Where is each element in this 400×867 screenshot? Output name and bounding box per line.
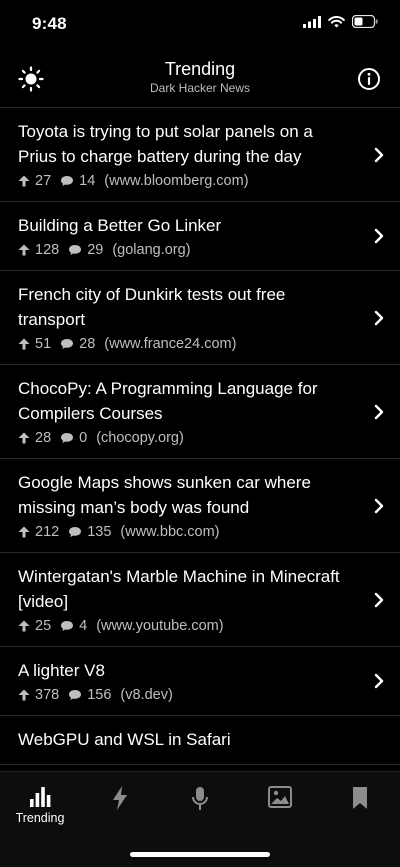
status-time: 9:48	[32, 14, 67, 33]
upvote-arrow-icon	[18, 432, 30, 444]
comment-icon	[69, 690, 82, 700]
upvote-arrow-icon	[18, 620, 30, 632]
story-meta: 378 156 (v8.dev)	[18, 687, 356, 703]
story-meta: 212 135 (www.bbc.com)	[18, 524, 356, 540]
comment-icon	[69, 527, 82, 537]
story-comment-count: 28	[79, 336, 96, 352]
status-bar: 9:48	[0, 0, 400, 48]
upvote-arrow-icon	[18, 244, 30, 256]
story-points: 28	[35, 430, 52, 446]
comment-icon	[61, 433, 74, 443]
story-comment-count: 135	[87, 524, 112, 540]
cellular-signal-icon	[303, 15, 321, 28]
story-title: Toyota is trying to put solar panels on …	[18, 122, 313, 166]
story-comment-count: 14	[79, 173, 96, 189]
story-domain: (golang.org)	[112, 242, 191, 258]
tab-trending[interactable]: Trending	[0, 786, 80, 838]
story-points: 212	[35, 524, 60, 540]
story-domain: (chocopy.org)	[96, 430, 184, 446]
story-row[interactable]: A lighter V8 378 156 (v8.dev)	[0, 647, 400, 716]
upvote-arrow-icon	[18, 689, 30, 701]
chevron-right-icon	[374, 228, 384, 244]
photo-icon	[268, 786, 292, 808]
story-meta: 25 4 (www.youtube.com)	[18, 618, 356, 634]
comment-icon	[61, 621, 74, 631]
chevron-right-icon	[374, 673, 384, 689]
tab-ask[interactable]	[160, 786, 240, 838]
story-domain: (www.france24.com)	[104, 336, 237, 352]
status-icons	[303, 15, 378, 28]
story-meta: 128 29 (golang.org)	[18, 242, 356, 258]
upvote-arrow-icon	[18, 338, 30, 350]
story-domain: (www.bloomberg.com)	[104, 173, 249, 189]
chevron-right-icon	[374, 592, 384, 607]
story-points: 128	[35, 242, 60, 258]
chevron-right-icon	[374, 404, 384, 419]
upvote-arrow-icon	[18, 175, 30, 187]
story-row[interactable]: Building a Better Go Linker 128 29 (gola…	[0, 202, 400, 271]
page-title: Trending	[164, 59, 236, 79]
story-row[interactable]: French city of Dunkirk tests out free tr…	[0, 271, 400, 365]
story-domain: (v8.dev)	[120, 687, 173, 703]
story-meta: 51 28 (www.france24.com)	[18, 336, 356, 352]
story-points: 25	[35, 618, 52, 634]
story-title: Wintergatan's Marble Machine in Minecraf…	[18, 567, 340, 611]
story-points: 378	[35, 687, 60, 703]
info-icon	[358, 68, 380, 90]
story-title: Building a Better Go Linker	[18, 216, 222, 235]
story-points: 51	[35, 336, 52, 352]
story-title: A lighter V8	[18, 661, 105, 680]
story-list[interactable]: Toyota is trying to put solar panels on …	[0, 108, 400, 771]
story-row[interactable]: Google Maps shows sunken car where missi…	[0, 459, 400, 553]
story-title: WebGPU and WSL in Safari	[18, 730, 231, 749]
story-row[interactable]: Toyota is trying to put solar panels on …	[0, 108, 400, 202]
story-row[interactable]: WebGPU and WSL in Safari	[0, 716, 400, 765]
tab-bookmarks[interactable]	[320, 786, 400, 838]
info-button[interactable]	[354, 64, 384, 94]
story-meta: 27 14 (www.bloomberg.com)	[18, 173, 356, 189]
story-comment-count: 156	[87, 687, 112, 703]
story-title: French city of Dunkirk tests out free tr…	[18, 285, 286, 329]
lightning-icon	[113, 786, 127, 810]
comment-icon	[61, 176, 74, 186]
tab-show[interactable]	[240, 786, 320, 838]
battery-icon	[352, 15, 378, 28]
story-row[interactable]: ChocoPy: A Programming Language for Comp…	[0, 365, 400, 459]
story-meta: 28 0 (chocopy.org)	[18, 430, 356, 446]
bar-chart-icon	[30, 787, 51, 807]
story-comment-count: 29	[87, 242, 104, 258]
tab-trending-label: Trending	[15, 811, 65, 825]
story-title: ChocoPy: A Programming Language for Comp…	[18, 379, 318, 423]
story-points: 27	[35, 173, 52, 189]
microphone-icon	[192, 787, 208, 810]
chevron-right-icon	[374, 498, 384, 513]
tab-new[interactable]	[80, 786, 160, 838]
wifi-icon	[328, 15, 345, 27]
upvote-arrow-icon	[18, 526, 30, 538]
navigation-header: Trending Dark Hacker News	[0, 52, 400, 108]
chevron-right-icon	[374, 147, 384, 162]
story-row[interactable]: Wintergatan's Marble Machine in Minecraf…	[0, 553, 400, 647]
story-comment-count: 4	[79, 618, 88, 634]
bookmark-icon	[353, 787, 367, 809]
home-indicator	[130, 852, 270, 857]
chevron-right-icon	[374, 310, 384, 325]
story-title: Google Maps shows sunken car where missi…	[18, 473, 311, 517]
comment-icon	[61, 339, 74, 349]
page-subtitle: Dark Hacker News	[149, 81, 251, 95]
story-domain: (www.bbc.com)	[120, 524, 220, 540]
story-domain: (www.youtube.com)	[96, 618, 224, 634]
story-comment-count: 0	[79, 430, 88, 446]
comment-icon	[69, 245, 82, 255]
